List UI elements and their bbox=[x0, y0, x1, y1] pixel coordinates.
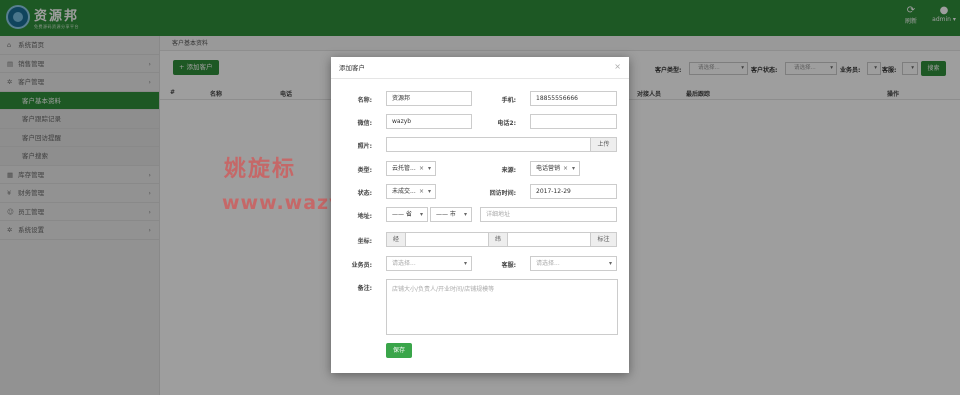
phone2-input[interactable] bbox=[530, 114, 617, 129]
type-select-value: 云托管... bbox=[392, 165, 416, 172]
visit-time-label: 回访时间: bbox=[489, 190, 516, 197]
status-label: 状态: bbox=[357, 190, 372, 197]
remark-textarea[interactable]: 店铺大小/负责人/开业时间/店铺规模等 bbox=[386, 279, 618, 335]
mobile-input[interactable]: 18855556666 bbox=[530, 91, 617, 106]
photo-input[interactable] bbox=[386, 137, 591, 152]
upload-button[interactable]: 上传 bbox=[590, 137, 617, 152]
status-select[interactable]: 未成交... × bbox=[386, 184, 436, 199]
clear-icon[interactable]: × bbox=[563, 162, 568, 175]
wechat-input[interactable]: wazyb bbox=[386, 114, 472, 129]
clear-icon[interactable]: × bbox=[419, 162, 424, 175]
address-label: 地址: bbox=[357, 213, 372, 220]
longitude-input[interactable] bbox=[405, 232, 489, 247]
save-button[interactable]: 保存 bbox=[386, 343, 412, 358]
name-label: 名称: bbox=[357, 97, 372, 104]
support-label: 客服: bbox=[501, 262, 516, 269]
add-customer-modal: 添加客户 × 名称: 资源邦 手机: 18855556666 微信: wazyb… bbox=[331, 57, 629, 373]
city-select[interactable]: —— 市 bbox=[430, 207, 472, 222]
clear-icon[interactable]: × bbox=[419, 185, 424, 198]
watermark-text: 姚旋标 bbox=[224, 157, 297, 182]
detail-address-input[interactable]: 详细地址 bbox=[480, 207, 617, 222]
latitude-addon: 纬 bbox=[488, 232, 508, 247]
name-input[interactable]: 资源邦 bbox=[386, 91, 472, 106]
mobile-label: 手机: bbox=[501, 97, 516, 104]
support-select[interactable]: 请选择... bbox=[530, 256, 617, 271]
photo-label: 照片: bbox=[357, 143, 372, 150]
wechat-label: 微信: bbox=[357, 120, 372, 127]
remark-label: 备注: bbox=[357, 285, 372, 292]
visit-time-input[interactable]: 2017-12-29 bbox=[530, 184, 617, 199]
phone2-label: 电话2: bbox=[497, 120, 516, 127]
status-select-value: 未成交... bbox=[392, 188, 416, 195]
modal-title: 添加客户 bbox=[331, 57, 629, 79]
latitude-input[interactable] bbox=[507, 232, 591, 247]
source-label: 来源: bbox=[501, 167, 516, 174]
longitude-addon: 经 bbox=[386, 232, 406, 247]
salesperson-select[interactable]: 请选择... bbox=[386, 256, 472, 271]
close-icon[interactable]: × bbox=[614, 62, 621, 71]
source-select-value: 电话营销 bbox=[536, 165, 561, 172]
source-select[interactable]: 电话营销 × bbox=[530, 161, 580, 176]
province-select[interactable]: —— 省 bbox=[386, 207, 428, 222]
type-label: 类型: bbox=[357, 167, 372, 174]
mark-location-button[interactable]: 标注 bbox=[590, 232, 617, 247]
salesperson-label: 业务员: bbox=[351, 262, 372, 269]
type-select[interactable]: 云托管... × bbox=[386, 161, 436, 176]
coordinate-label: 坐标: bbox=[357, 238, 372, 245]
